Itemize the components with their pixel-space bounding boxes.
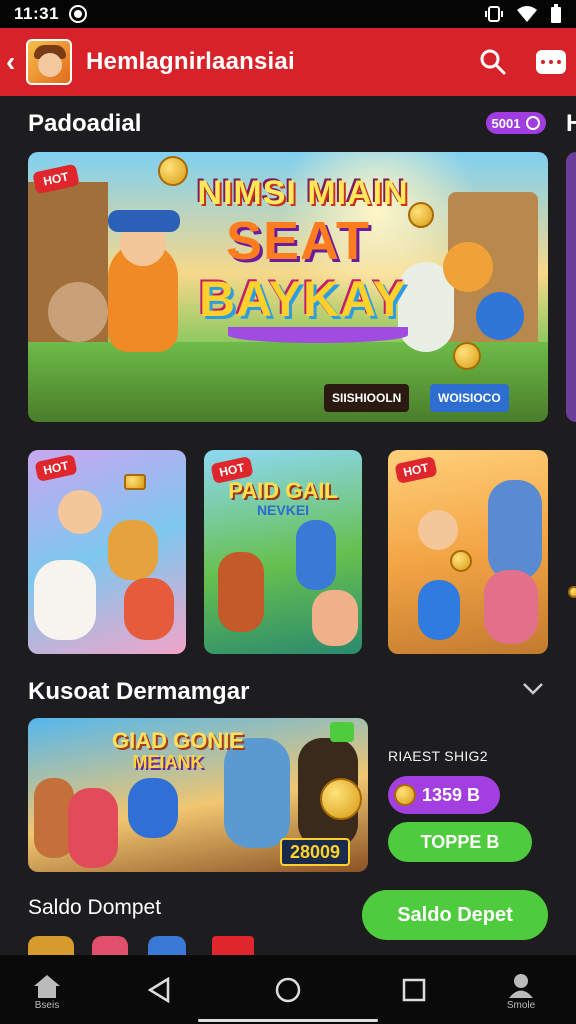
green-badge-icon bbox=[330, 722, 354, 742]
back-nav-icon[interactable] bbox=[148, 977, 170, 1003]
coin-icon bbox=[453, 342, 481, 370]
recent-apps-icon[interactable] bbox=[402, 978, 426, 1002]
status-time: 11:31 bbox=[14, 4, 60, 23]
banner-line-2: MEIANK bbox=[132, 752, 204, 772]
hero-chip-right[interactable]: WOISIOCO bbox=[430, 384, 509, 412]
tile-character bbox=[58, 490, 102, 534]
battery-icon bbox=[551, 4, 561, 23]
game-tile-2[interactable]: HOT PAID GAIL NEVKEI bbox=[204, 450, 362, 654]
featured-badge-count: 5001 bbox=[491, 115, 521, 131]
wallet-title: Saldo Dompet bbox=[28, 896, 162, 919]
banner-character-girl bbox=[68, 788, 118, 868]
wallet-item-peek[interactable] bbox=[92, 936, 128, 956]
wifi-icon bbox=[517, 6, 537, 22]
status-bar: 11:31 bbox=[0, 0, 576, 28]
gold-bar-icon bbox=[124, 474, 146, 490]
tile-character-girl bbox=[484, 570, 538, 644]
nav-home[interactable]: Bseis bbox=[32, 973, 62, 1011]
profile-icon bbox=[509, 974, 533, 998]
chevron-down-icon[interactable] bbox=[522, 682, 544, 696]
page-title: Hemlagnirlaansiai bbox=[86, 48, 295, 75]
nav-profile-label: Smole bbox=[506, 1000, 536, 1011]
tile-2-subtitle: NEVKEI bbox=[256, 502, 310, 518]
hot-tag: HOT bbox=[394, 456, 438, 484]
game-tile-1[interactable]: HOT bbox=[28, 450, 186, 654]
hero-headline-2: SEAT bbox=[225, 211, 370, 271]
nav-home-label: Bseis bbox=[34, 1000, 60, 1011]
back-arrow-icon[interactable]: ‹ bbox=[6, 46, 24, 78]
hero-character-orb bbox=[476, 292, 524, 340]
tile-character-runner bbox=[296, 520, 336, 590]
featured-section-title: Padoadial bbox=[28, 110, 142, 137]
next-card-peek[interactable] bbox=[566, 152, 576, 422]
home-circle-icon[interactable] bbox=[275, 977, 301, 1003]
nav-profile[interactable]: Smole bbox=[506, 973, 536, 1011]
wallet-item-peek[interactable] bbox=[28, 936, 74, 956]
coin-icon bbox=[394, 784, 416, 806]
hat-icon bbox=[108, 210, 180, 232]
hero-character-dog bbox=[48, 282, 108, 342]
tile-2-title: PAID GAIL bbox=[228, 478, 338, 503]
banner-line-1: GIAD GONIE bbox=[111, 728, 244, 753]
tile-character-dog bbox=[34, 560, 96, 640]
coin-icon bbox=[320, 778, 362, 820]
app-bar: ‹ Hemlagnirlaansiai bbox=[0, 28, 576, 96]
banner-price: 28009 bbox=[280, 838, 351, 866]
recommended-section-title: Kusoat Dermamgar bbox=[28, 678, 250, 705]
hero-banner[interactable]: HOT NIMSI MIAIN SEAT BAYKAY SIISHIOOLN W… bbox=[28, 152, 548, 422]
tile-character bbox=[418, 510, 458, 550]
wallet-button[interactable]: Saldo Depet bbox=[362, 890, 548, 940]
recommended-banner[interactable]: GIAD GONIE MEIANK 28009 bbox=[28, 718, 368, 872]
coin-balance-value: 1359 B bbox=[422, 784, 481, 805]
tile-character-girl bbox=[124, 578, 174, 640]
hero-headline-3: BAYKAY bbox=[199, 271, 407, 327]
hero-headline-1: NIMSI MIAIN bbox=[197, 174, 409, 212]
banner-price-value: 28009 bbox=[290, 841, 341, 862]
home-icon bbox=[34, 975, 60, 998]
notification-icon bbox=[69, 5, 88, 23]
gesture-handle bbox=[198, 1019, 378, 1022]
coin-balance[interactable]: 1359 B bbox=[388, 776, 500, 814]
hero-chip-left-label: SIISHIOOLN bbox=[332, 391, 402, 405]
recommended-side-label: RIAEST SHIG2 bbox=[388, 748, 488, 764]
featured-badge[interactable]: 5001 bbox=[486, 112, 546, 134]
tile-character-girl bbox=[312, 590, 358, 646]
wallet-item-peek[interactable] bbox=[212, 936, 254, 956]
tile-character-bear bbox=[108, 520, 158, 580]
vibrate-icon bbox=[485, 6, 503, 22]
search-icon[interactable] bbox=[478, 47, 508, 77]
hero-ribbon bbox=[228, 327, 408, 343]
next-section-edge: H bbox=[566, 110, 576, 137]
topup-button[interactable]: TOPPE B bbox=[388, 822, 532, 862]
status-icons bbox=[484, 4, 562, 24]
tile-character-man bbox=[488, 480, 542, 580]
avatar[interactable] bbox=[26, 39, 72, 85]
wallet-item-peek[interactable] bbox=[148, 936, 186, 956]
tile-character-boy bbox=[418, 580, 460, 640]
coin-icon bbox=[450, 550, 472, 572]
banner-character-boy bbox=[128, 778, 178, 838]
hero-chip-left[interactable]: SIISHIOOLN bbox=[324, 384, 410, 412]
hot-tag: HOT bbox=[34, 454, 78, 482]
bottom-navigation: Bseis Smole bbox=[0, 955, 576, 1024]
game-tile-3[interactable]: HOT bbox=[388, 450, 548, 654]
coin-icon bbox=[526, 116, 541, 130]
hero-character-balloon bbox=[443, 242, 493, 292]
hero-chip-right-label: WOISIOCO bbox=[438, 391, 501, 405]
tile-character bbox=[218, 552, 264, 632]
chat-icon[interactable] bbox=[536, 50, 566, 74]
coin-icon bbox=[568, 586, 576, 598]
